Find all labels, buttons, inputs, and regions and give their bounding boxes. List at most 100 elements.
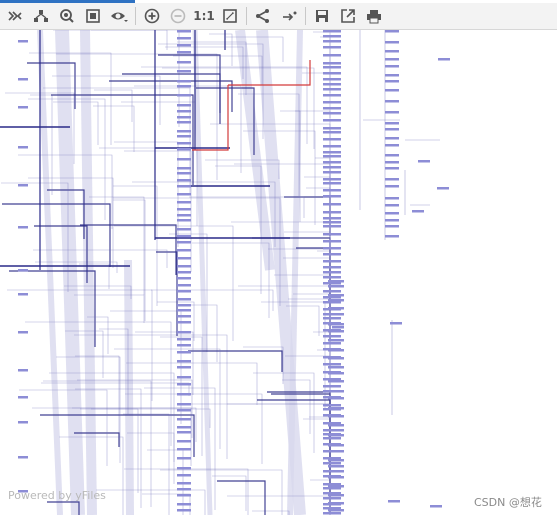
- graph-node: [437, 187, 449, 190]
- graph-node: [323, 171, 341, 174]
- graph-node: [177, 474, 191, 477]
- graph-node: [328, 502, 344, 505]
- zoom-in-icon[interactable]: [140, 4, 164, 28]
- graph-node: [390, 322, 402, 325]
- graph-edge: [135, 331, 194, 395]
- graph-node: [177, 208, 191, 211]
- graph-node: [18, 369, 28, 372]
- graph-edge: [189, 196, 305, 218]
- graph-node: [323, 66, 341, 69]
- graph-node: [328, 434, 344, 437]
- graph-node: [177, 271, 191, 274]
- graph-node: [328, 299, 344, 302]
- graph-node: [177, 298, 191, 301]
- graph-canvas[interactable]: [0, 30, 557, 515]
- graph-node: [177, 85, 191, 88]
- graph-node: [385, 58, 399, 61]
- graph-node: [177, 265, 191, 268]
- zoom-reset-button[interactable]: 1:1: [192, 4, 216, 28]
- graph-node: [323, 271, 341, 274]
- graph-node: [18, 421, 28, 424]
- zoom-focus-icon[interactable]: [55, 4, 79, 28]
- graph-node: [385, 178, 399, 181]
- graph-node: [323, 260, 341, 263]
- graph-node: [332, 326, 344, 329]
- graph-node: [385, 154, 399, 157]
- layout-icon[interactable]: [29, 4, 53, 28]
- graph-node: [328, 415, 344, 418]
- graph-node: [323, 233, 341, 236]
- graph-node: [18, 269, 28, 272]
- graph-node: [177, 228, 191, 231]
- toolbar-separator: [305, 7, 306, 25]
- graph-node: [177, 148, 191, 151]
- graph-node: [328, 429, 344, 432]
- collapse-icon[interactable]: [3, 4, 27, 28]
- graph-node: [177, 110, 191, 113]
- graph-node: [328, 349, 344, 352]
- fit-content-icon[interactable]: [81, 4, 105, 28]
- graph-node: [177, 172, 191, 175]
- arrow-right-icon[interactable]: [277, 4, 301, 28]
- graph-node: [328, 465, 344, 468]
- graph-node: [323, 78, 341, 81]
- graph-node: [323, 317, 341, 320]
- graph-node: [323, 189, 341, 192]
- graph-node: [177, 214, 191, 217]
- graph-node: [323, 512, 341, 515]
- graph-node: [177, 509, 191, 512]
- graph-node: [177, 321, 191, 324]
- zoom-out-icon[interactable]: [166, 4, 190, 28]
- graph-node: [177, 185, 191, 188]
- graph-node: [328, 307, 344, 310]
- graph-node: [385, 197, 399, 200]
- graph-node: [385, 128, 399, 131]
- graph-node: [323, 276, 341, 279]
- export-icon[interactable]: [336, 4, 360, 28]
- graph-node: [18, 396, 28, 399]
- graph-node: [385, 204, 399, 207]
- graph-node: [18, 226, 28, 229]
- graph-node: [385, 50, 399, 53]
- graph-node: [177, 277, 191, 280]
- edge-bundle: [192, 30, 213, 515]
- graph-edge: [158, 54, 221, 124]
- graph-node: [323, 119, 341, 122]
- fit-window-icon[interactable]: [218, 4, 242, 28]
- graph-node: [177, 94, 191, 97]
- graph-node: [328, 280, 344, 283]
- graph-node: [323, 131, 341, 134]
- graph-node: [328, 323, 344, 326]
- graph-node: [177, 440, 191, 443]
- graph-node: [323, 40, 341, 43]
- graph-node: [177, 241, 191, 244]
- graph-node: [328, 380, 344, 383]
- graph-node: [323, 247, 341, 250]
- graph-node: [323, 101, 341, 104]
- graph-node: [385, 111, 399, 114]
- graph-node: [323, 211, 341, 214]
- graph-node: [323, 266, 341, 269]
- graph-toolbar: 1:1: [0, 3, 557, 30]
- share-icon[interactable]: [251, 4, 275, 28]
- save-icon[interactable]: [310, 4, 334, 28]
- graph-edge: [227, 403, 331, 497]
- graph-node: [177, 193, 191, 196]
- zoom-reset-label: 1:1: [193, 9, 215, 23]
- graph-node: [328, 285, 344, 288]
- graph-node: [328, 397, 344, 400]
- graph-edge: [113, 185, 158, 306]
- graph-node: [418, 160, 430, 163]
- graph-node: [323, 46, 341, 49]
- graph-node: [177, 179, 191, 182]
- graph-node: [323, 240, 341, 243]
- graph-node: [177, 431, 191, 434]
- eye-icon[interactable]: [107, 4, 131, 28]
- graph-node: [323, 83, 341, 86]
- graph-node: [18, 331, 28, 334]
- print-icon[interactable]: [362, 4, 386, 28]
- graph-node: [18, 293, 28, 296]
- graph-node: [385, 74, 399, 77]
- graph-node: [323, 182, 341, 185]
- graph-edge: [160, 469, 283, 515]
